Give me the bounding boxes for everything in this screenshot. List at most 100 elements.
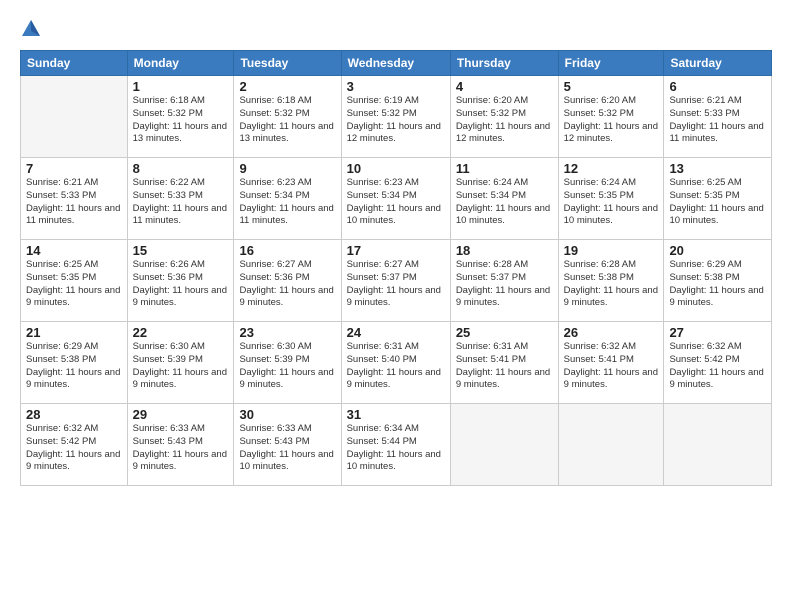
- day-header-sunday: Sunday: [21, 51, 128, 76]
- day-info: Sunrise: 6:33 AMSunset: 5:43 PMDaylight:…: [133, 423, 229, 474]
- day-cell: 31Sunrise: 6:34 AMSunset: 5:44 PMDayligh…: [341, 404, 450, 486]
- day-number: 26: [564, 325, 659, 340]
- header: [20, 18, 772, 40]
- day-number: 11: [456, 161, 553, 176]
- day-info: Sunrise: 6:27 AMSunset: 5:37 PMDaylight:…: [347, 259, 445, 310]
- week-row-3: 14Sunrise: 6:25 AMSunset: 5:35 PMDayligh…: [21, 240, 772, 322]
- day-header-friday: Friday: [558, 51, 664, 76]
- day-cell: 12Sunrise: 6:24 AMSunset: 5:35 PMDayligh…: [558, 158, 664, 240]
- day-info: Sunrise: 6:31 AMSunset: 5:41 PMDaylight:…: [456, 341, 553, 392]
- day-number: 27: [669, 325, 766, 340]
- day-info: Sunrise: 6:32 AMSunset: 5:41 PMDaylight:…: [564, 341, 659, 392]
- day-info: Sunrise: 6:29 AMSunset: 5:38 PMDaylight:…: [669, 259, 766, 310]
- day-number: 17: [347, 243, 445, 258]
- day-info: Sunrise: 6:25 AMSunset: 5:35 PMDaylight:…: [669, 177, 766, 228]
- day-header-saturday: Saturday: [664, 51, 772, 76]
- week-row-1: 1Sunrise: 6:18 AMSunset: 5:32 PMDaylight…: [21, 76, 772, 158]
- day-number: 8: [133, 161, 229, 176]
- day-info: Sunrise: 6:32 AMSunset: 5:42 PMDaylight:…: [669, 341, 766, 392]
- day-cell: 23Sunrise: 6:30 AMSunset: 5:39 PMDayligh…: [234, 322, 341, 404]
- day-cell: 13Sunrise: 6:25 AMSunset: 5:35 PMDayligh…: [664, 158, 772, 240]
- day-cell: [450, 404, 558, 486]
- day-cell: 11Sunrise: 6:24 AMSunset: 5:34 PMDayligh…: [450, 158, 558, 240]
- logo: [20, 18, 45, 40]
- day-cell: [558, 404, 664, 486]
- day-cell: 15Sunrise: 6:26 AMSunset: 5:36 PMDayligh…: [127, 240, 234, 322]
- day-number: 23: [239, 325, 335, 340]
- day-number: 5: [564, 79, 659, 94]
- day-number: 18: [456, 243, 553, 258]
- day-cell: [21, 76, 128, 158]
- day-number: 12: [564, 161, 659, 176]
- header-row: SundayMondayTuesdayWednesdayThursdayFrid…: [21, 51, 772, 76]
- day-cell: 27Sunrise: 6:32 AMSunset: 5:42 PMDayligh…: [664, 322, 772, 404]
- day-info: Sunrise: 6:19 AMSunset: 5:32 PMDaylight:…: [347, 95, 445, 146]
- week-row-2: 7Sunrise: 6:21 AMSunset: 5:33 PMDaylight…: [21, 158, 772, 240]
- day-number: 21: [26, 325, 122, 340]
- day-number: 3: [347, 79, 445, 94]
- day-cell: 19Sunrise: 6:28 AMSunset: 5:38 PMDayligh…: [558, 240, 664, 322]
- day-info: Sunrise: 6:21 AMSunset: 5:33 PMDaylight:…: [669, 95, 766, 146]
- day-number: 24: [347, 325, 445, 340]
- day-number: 15: [133, 243, 229, 258]
- day-number: 10: [347, 161, 445, 176]
- day-info: Sunrise: 6:20 AMSunset: 5:32 PMDaylight:…: [564, 95, 659, 146]
- day-number: 4: [456, 79, 553, 94]
- day-info: Sunrise: 6:23 AMSunset: 5:34 PMDaylight:…: [239, 177, 335, 228]
- day-info: Sunrise: 6:26 AMSunset: 5:36 PMDaylight:…: [133, 259, 229, 310]
- day-number: 9: [239, 161, 335, 176]
- day-number: 2: [239, 79, 335, 94]
- day-number: 16: [239, 243, 335, 258]
- day-cell: 29Sunrise: 6:33 AMSunset: 5:43 PMDayligh…: [127, 404, 234, 486]
- week-row-5: 28Sunrise: 6:32 AMSunset: 5:42 PMDayligh…: [21, 404, 772, 486]
- day-number: 6: [669, 79, 766, 94]
- day-number: 14: [26, 243, 122, 258]
- page: SundayMondayTuesdayWednesdayThursdayFrid…: [0, 0, 792, 612]
- day-number: 20: [669, 243, 766, 258]
- day-cell: 22Sunrise: 6:30 AMSunset: 5:39 PMDayligh…: [127, 322, 234, 404]
- day-cell: 8Sunrise: 6:22 AMSunset: 5:33 PMDaylight…: [127, 158, 234, 240]
- logo-icon: [20, 18, 42, 40]
- day-header-tuesday: Tuesday: [234, 51, 341, 76]
- day-cell: 17Sunrise: 6:27 AMSunset: 5:37 PMDayligh…: [341, 240, 450, 322]
- day-info: Sunrise: 6:29 AMSunset: 5:38 PMDaylight:…: [26, 341, 122, 392]
- calendar-table: SundayMondayTuesdayWednesdayThursdayFrid…: [20, 50, 772, 486]
- day-info: Sunrise: 6:31 AMSunset: 5:40 PMDaylight:…: [347, 341, 445, 392]
- day-cell: 2Sunrise: 6:18 AMSunset: 5:32 PMDaylight…: [234, 76, 341, 158]
- week-row-4: 21Sunrise: 6:29 AMSunset: 5:38 PMDayligh…: [21, 322, 772, 404]
- day-cell: 18Sunrise: 6:28 AMSunset: 5:37 PMDayligh…: [450, 240, 558, 322]
- day-cell: 16Sunrise: 6:27 AMSunset: 5:36 PMDayligh…: [234, 240, 341, 322]
- day-header-monday: Monday: [127, 51, 234, 76]
- day-info: Sunrise: 6:30 AMSunset: 5:39 PMDaylight:…: [239, 341, 335, 392]
- day-number: 13: [669, 161, 766, 176]
- day-cell: 7Sunrise: 6:21 AMSunset: 5:33 PMDaylight…: [21, 158, 128, 240]
- day-number: 22: [133, 325, 229, 340]
- day-cell: 20Sunrise: 6:29 AMSunset: 5:38 PMDayligh…: [664, 240, 772, 322]
- day-header-wednesday: Wednesday: [341, 51, 450, 76]
- day-info: Sunrise: 6:34 AMSunset: 5:44 PMDaylight:…: [347, 423, 445, 474]
- day-info: Sunrise: 6:24 AMSunset: 5:34 PMDaylight:…: [456, 177, 553, 228]
- day-cell: 1Sunrise: 6:18 AMSunset: 5:32 PMDaylight…: [127, 76, 234, 158]
- day-cell: 5Sunrise: 6:20 AMSunset: 5:32 PMDaylight…: [558, 76, 664, 158]
- day-info: Sunrise: 6:27 AMSunset: 5:36 PMDaylight:…: [239, 259, 335, 310]
- day-cell: 3Sunrise: 6:19 AMSunset: 5:32 PMDaylight…: [341, 76, 450, 158]
- day-number: 7: [26, 161, 122, 176]
- day-info: Sunrise: 6:18 AMSunset: 5:32 PMDaylight:…: [133, 95, 229, 146]
- day-cell: 21Sunrise: 6:29 AMSunset: 5:38 PMDayligh…: [21, 322, 128, 404]
- day-number: 28: [26, 407, 122, 422]
- day-info: Sunrise: 6:25 AMSunset: 5:35 PMDaylight:…: [26, 259, 122, 310]
- day-number: 25: [456, 325, 553, 340]
- day-cell: 4Sunrise: 6:20 AMSunset: 5:32 PMDaylight…: [450, 76, 558, 158]
- day-number: 29: [133, 407, 229, 422]
- day-info: Sunrise: 6:20 AMSunset: 5:32 PMDaylight:…: [456, 95, 553, 146]
- day-cell: 26Sunrise: 6:32 AMSunset: 5:41 PMDayligh…: [558, 322, 664, 404]
- day-info: Sunrise: 6:30 AMSunset: 5:39 PMDaylight:…: [133, 341, 229, 392]
- day-cell: 25Sunrise: 6:31 AMSunset: 5:41 PMDayligh…: [450, 322, 558, 404]
- day-info: Sunrise: 6:21 AMSunset: 5:33 PMDaylight:…: [26, 177, 122, 228]
- day-number: 30: [239, 407, 335, 422]
- day-cell: 30Sunrise: 6:33 AMSunset: 5:43 PMDayligh…: [234, 404, 341, 486]
- day-cell: 9Sunrise: 6:23 AMSunset: 5:34 PMDaylight…: [234, 158, 341, 240]
- day-info: Sunrise: 6:22 AMSunset: 5:33 PMDaylight:…: [133, 177, 229, 228]
- day-info: Sunrise: 6:23 AMSunset: 5:34 PMDaylight:…: [347, 177, 445, 228]
- day-number: 31: [347, 407, 445, 422]
